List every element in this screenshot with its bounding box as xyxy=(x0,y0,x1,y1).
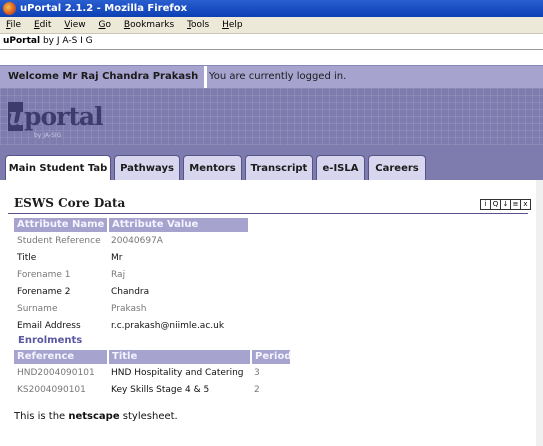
channel-title: ESWS Core Data xyxy=(14,196,126,210)
attr-label: Student Reference xyxy=(17,236,101,246)
welcome-bar: Welcome Mr Raj Chandra Prakash You are c… xyxy=(0,65,543,89)
header-reference: Reference xyxy=(14,350,107,364)
menu-tools[interactable]: Tools xyxy=(187,17,209,33)
enrolment-title: Key Skills Stage 4 & 5 xyxy=(111,385,210,395)
enrolments-heading: Enrolments xyxy=(18,335,83,346)
brand-bar: uPortal by J A-S I G xyxy=(0,34,543,50)
menu-view[interactable]: View xyxy=(64,17,85,33)
attr-value: 20040697A xyxy=(111,236,163,246)
attr-label: Forename 2 xyxy=(17,287,71,297)
logo-letter: u xyxy=(8,102,26,131)
close-icon[interactable]: x xyxy=(520,199,531,210)
tab-mentors[interactable]: Mentors xyxy=(183,155,242,180)
login-status: You are currently logged in. xyxy=(209,71,347,82)
brand-name: uPortal xyxy=(3,36,41,46)
header-attribute-value: Attribute Value xyxy=(109,218,248,232)
enrolment-reference: HND2004090101 xyxy=(17,368,95,378)
attr-value: Mr xyxy=(111,253,123,263)
menu-file[interactable]: File xyxy=(6,17,21,33)
attr-value: Chandra xyxy=(111,287,150,297)
attr-label: Forename 1 xyxy=(17,270,71,280)
attr-value: r.c.prakash@niimle.ac.uk xyxy=(111,321,225,331)
window-title: uPortal 2.1.2 - Mozilla Firefox xyxy=(20,3,188,14)
title-divider xyxy=(8,213,528,214)
window-titlebar: uPortal 2.1.2 - Mozilla Firefox xyxy=(0,0,543,17)
attr-value: Prakash xyxy=(111,304,147,314)
note-text: This is the xyxy=(14,411,69,422)
tab-pathways[interactable]: Pathways xyxy=(114,155,180,180)
vertical-scrollbar[interactable] xyxy=(536,180,543,446)
logo-text: portal xyxy=(24,102,104,131)
portal-banner: uportal by JA-SIG xyxy=(0,88,543,145)
attr-value: Raj xyxy=(111,270,126,280)
firefox-icon xyxy=(3,2,16,15)
enrolment-reference: KS2004090101 xyxy=(17,385,86,395)
tab-main-student[interactable]: Main Student Tab xyxy=(5,155,111,181)
note-text-end: stylesheet. xyxy=(119,411,178,422)
stylesheet-note: This is the netscape stylesheet. xyxy=(14,411,178,422)
note-bold: netscape xyxy=(68,411,120,422)
logo-byline: by JA-SIG xyxy=(34,132,62,139)
header-title: Title xyxy=(109,350,250,364)
tab-strip: Main Student Tab Pathways Mentors Transc… xyxy=(0,145,543,181)
enrolment-period: 3 xyxy=(254,368,260,378)
header-attribute-name: Attribute Name xyxy=(14,218,107,232)
brand-by: by J A-S I G xyxy=(42,36,93,46)
tab-e-isla[interactable]: e-ISLA xyxy=(316,155,365,180)
menu-go[interactable]: Go xyxy=(99,17,112,33)
enrolment-period: 2 xyxy=(254,385,260,395)
attr-label: Email Address xyxy=(17,321,81,331)
tab-transcript[interactable]: Transcript xyxy=(245,155,313,180)
enrolment-title: HND Hospitality and Catering xyxy=(111,368,244,378)
menu-help[interactable]: Help xyxy=(222,17,243,33)
header-period: Period xyxy=(252,350,292,364)
menu-edit[interactable]: Edit xyxy=(34,17,51,33)
channel-content: ESWS Core Data i Q ↓ ≡ x Attribute Name … xyxy=(0,180,543,446)
attr-label: Title xyxy=(17,253,37,263)
welcome-greeting: Welcome Mr Raj Chandra Prakash xyxy=(0,66,208,88)
menu-bookmarks[interactable]: Bookmarks xyxy=(124,17,174,33)
tab-careers[interactable]: Careers xyxy=(368,155,426,180)
uportal-logo[interactable]: uportal by JA-SIG xyxy=(8,102,104,139)
attr-label: Surname xyxy=(17,304,58,314)
menu-bar: File Edit View Go Bookmarks Tools Help xyxy=(0,17,543,34)
